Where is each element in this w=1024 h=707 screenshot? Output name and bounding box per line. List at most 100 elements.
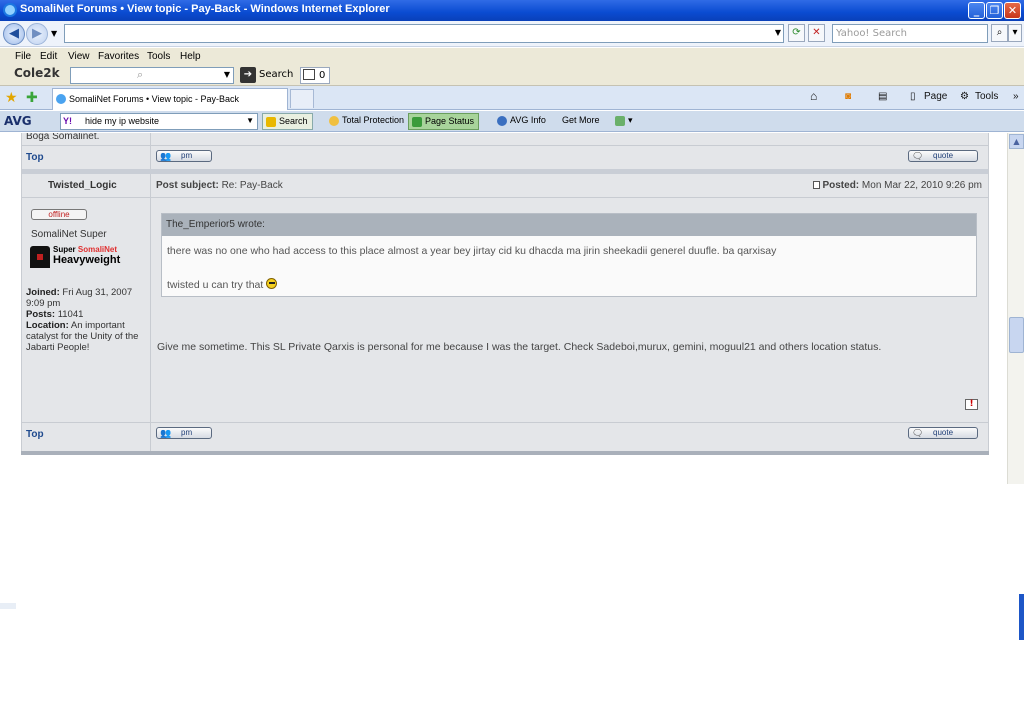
magnifier-icon: ⌕	[137, 68, 144, 81]
stop-button[interactable]: ✕	[808, 24, 825, 42]
add-favorites-icon[interactable]: ✚	[26, 90, 38, 106]
window-title: SomaliNet Forums • View topic - Pay-Back…	[20, 3, 390, 15]
users-icon: 👥	[160, 151, 172, 161]
top-link[interactable]: Top	[26, 152, 44, 163]
post-date: Posted: Mon Mar 22, 2010 9:26 pm	[813, 180, 982, 191]
avg-search-value: hide my ip website	[85, 116, 160, 126]
refresh-button[interactable]: ⟳	[788, 24, 805, 42]
print-icon[interactable]: ▤	[878, 91, 887, 102]
avg-logo[interactable]: AVG	[4, 114, 32, 128]
scroll-thumb[interactable]	[1009, 317, 1024, 353]
quote-button[interactable]: 🗨 quote	[908, 150, 978, 162]
row-divider	[22, 145, 988, 146]
posts-value: 11041	[57, 309, 84, 320]
subject-text: Re: Pay-Back	[221, 180, 283, 191]
post-bottom-strip	[21, 451, 989, 455]
close-button[interactable]: ✕	[1004, 2, 1021, 19]
popup-count: 0	[319, 70, 326, 81]
options-icon	[615, 116, 625, 126]
rank-image-line2: Heavyweight	[53, 254, 121, 266]
posted-date: Mon Mar 22, 2010 9:26 pm	[861, 180, 982, 191]
tools-menu[interactable]: Tools	[975, 91, 998, 102]
avg-toolbar: AVG Y! hide my ip website ▼ Search Total…	[0, 111, 1024, 132]
pm-label: pm	[181, 428, 193, 437]
popup-icon	[303, 69, 315, 80]
chevron-down-icon[interactable]: ▼	[224, 70, 230, 79]
quote-line-2: twisted u can try that	[167, 278, 278, 291]
get-more-button[interactable]: Get More	[546, 113, 604, 130]
avg-info-button[interactable]: AVG Info	[494, 113, 550, 130]
maximize-button[interactable]: ❐	[986, 2, 1003, 19]
chevron-more-icon[interactable]: »	[1013, 91, 1019, 102]
post-author[interactable]: Twisted_Logic	[48, 180, 117, 191]
chevron-down-icon[interactable]: ▼	[246, 116, 254, 125]
pm-button[interactable]: 👥 pm	[156, 150, 212, 162]
url-input[interactable]: ▼	[64, 24, 784, 43]
cole2k-search-input[interactable]: ⌕ ▼	[70, 67, 234, 84]
quote-button[interactable]: 🗨 quote	[908, 427, 978, 439]
new-tab-button[interactable]	[290, 89, 314, 108]
avg-search-input[interactable]: Y! hide my ip website ▼	[60, 113, 258, 130]
menu-file[interactable]: File	[15, 51, 31, 62]
column-divider	[150, 133, 151, 169]
page-icon	[56, 94, 66, 104]
cole2k-logo[interactable]: Cole2k	[14, 66, 60, 80]
minimize-button[interactable]: _	[968, 2, 985, 19]
cole2k-search-button[interactable]: ➔ Search	[240, 67, 293, 84]
avg-search-button[interactable]: Search	[262, 113, 313, 130]
quote-line-2-text: twisted u can try that	[167, 279, 264, 291]
quote-icon: 🗨	[912, 151, 924, 161]
favorites-star-icon[interactable]: ★	[5, 90, 18, 106]
forward-button[interactable]: ▶	[26, 23, 48, 45]
gear-icon: ⚙	[960, 91, 969, 102]
back-button[interactable]: ◀	[3, 23, 25, 45]
shield-icon	[329, 116, 339, 126]
previous-post-text: Boga Somalinet.	[26, 133, 100, 142]
menu-help[interactable]: Help	[180, 51, 201, 62]
pm-button[interactable]: 👥 pm	[156, 427, 212, 439]
cole2k-search-label: Search	[259, 69, 294, 80]
posts-info: Posts: 11041	[26, 309, 148, 320]
popup-counter[interactable]: 0	[300, 67, 330, 84]
forum-topic: Boga Somalinet. Top 👥 pm 🗨 quote Twisted…	[21, 133, 989, 455]
location-info: Location: An important catalyst for the …	[26, 320, 148, 353]
info-icon	[497, 116, 507, 126]
home-icon[interactable]: ⌂	[810, 89, 817, 103]
page-menu[interactable]: Page	[924, 91, 947, 102]
search-input[interactable]: Yahoo! Search	[832, 24, 988, 43]
page-status-label: Page Status	[425, 116, 475, 126]
menu-edit[interactable]: Edit	[40, 51, 57, 62]
window-title-bar: SomaliNet Forums • View topic - Pay-Back…	[0, 0, 1024, 21]
post-separator	[22, 169, 988, 174]
top-link[interactable]: Top	[26, 429, 44, 440]
search-options-icon[interactable]: ▾	[1008, 24, 1022, 42]
avg-options-button[interactable]: ▾	[612, 113, 637, 130]
address-bar: ◀ ▶ ▼ ▼ ⟳ ✕ Yahoo! Search ⌕ ▾	[0, 21, 1024, 47]
rank-somalinet: SomaliNet	[77, 245, 118, 254]
report-button[interactable]: !	[965, 399, 978, 410]
menu-tools[interactable]: Tools	[147, 51, 170, 62]
menu-bar: File Edit View Favorites Tools Help	[0, 48, 1024, 65]
page-status-button[interactable]: Page Status	[408, 113, 480, 130]
chevron-down-icon[interactable]: ▼	[775, 28, 781, 37]
scroll-up-icon[interactable]: ▲	[1009, 134, 1024, 149]
avg-search-label: Search	[279, 116, 308, 126]
total-protection-button[interactable]: Total Protection	[326, 113, 408, 130]
quote-box: The_Emperior5 wrote: there was no one wh…	[161, 213, 977, 297]
feeds-icon[interactable]: ◙	[845, 91, 851, 102]
desktop-fragment	[0, 603, 16, 609]
internet-explorer-icon	[3, 3, 17, 17]
location-label: Location:	[26, 320, 69, 331]
search-icon[interactable]: ⌕	[991, 24, 1008, 42]
menu-favorites[interactable]: Favorites	[98, 51, 139, 62]
tab-active[interactable]: SomaliNet Forums • View topic - Pay-Back	[52, 88, 288, 110]
menu-view[interactable]: View	[68, 51, 90, 62]
vertical-scrollbar[interactable]: ▲	[1007, 133, 1024, 484]
joined-label: Joined:	[26, 287, 60, 298]
history-dropdown-icon[interactable]: ▼	[51, 29, 57, 38]
posted-label: Posted:	[822, 180, 860, 191]
quote-line-1: there was no one who had access to this …	[167, 245, 777, 257]
post-body: Give me sometime. This SL Private Qarxis…	[157, 341, 882, 353]
cole2k-toolbar: Cole2k ⌕ ▼ ➔ Search 0	[0, 65, 1024, 86]
quote-author: The_Emperior5 wrote:	[162, 214, 976, 236]
